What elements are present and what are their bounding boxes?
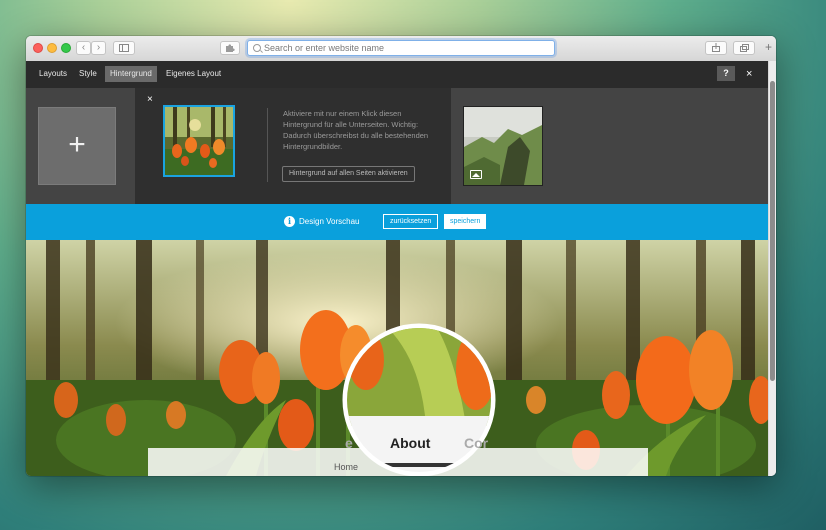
- reset-button[interactable]: zurücksetzen: [383, 214, 439, 229]
- close-editor-button[interactable]: ×: [746, 69, 752, 80]
- selected-background-panel: × Aktiviere mit nur einem Klick diesen H…: [135, 88, 451, 204]
- share-icon: [712, 43, 720, 52]
- close-selection-button[interactable]: ×: [147, 94, 153, 105]
- sidebar-icon: [119, 44, 129, 52]
- design-preview-bar: i Design Vorschau zurücksetzen speichern: [26, 204, 768, 240]
- address-placeholder: Search or enter website name: [264, 43, 385, 53]
- tab-layouts[interactable]: Layouts: [34, 66, 72, 82]
- tulip-thumbnail-image: [165, 107, 233, 175]
- background-description: Aktiviere mit nur einem Klick diesen Hin…: [283, 109, 429, 151]
- puzzle-icon: [226, 44, 235, 52]
- design-preview-label: Design Vorschau: [299, 217, 360, 226]
- add-background-button[interactable]: +: [38, 107, 116, 185]
- new-tab-button[interactable]: +: [761, 41, 776, 55]
- image-icon: [470, 170, 482, 179]
- divider: [267, 108, 268, 182]
- tab-style[interactable]: Style: [74, 66, 102, 82]
- nav-item-home[interactable]: Home: [334, 462, 358, 472]
- close-window-button[interactable]: [33, 43, 43, 53]
- activate-on-all-pages-button[interactable]: Hintergrund auf allen Seiten aktivieren: [282, 166, 415, 182]
- plus-icon: +: [764, 40, 772, 54]
- background-panel: + × Aktiviere mit nur einem Klick diesen…: [26, 88, 768, 204]
- editor-menu-bar: Layouts Style Hintergrund Eigenes Layout…: [26, 61, 768, 88]
- search-icon: [253, 44, 261, 52]
- selected-background-thumbnail[interactable]: [163, 105, 235, 177]
- chevron-right-icon: ›: [96, 42, 101, 53]
- nav-item-partial-left[interactable]: e: [345, 435, 353, 451]
- info-icon: i: [284, 216, 295, 227]
- save-button[interactable]: speichern: [444, 214, 487, 229]
- chevron-left-icon: ‹: [81, 42, 86, 53]
- tabs-icon: [739, 44, 749, 52]
- zoom-window-button[interactable]: [61, 43, 71, 53]
- browser-window: ‹ › Search or enter website name + Layou…: [26, 36, 776, 476]
- browser-toolbar: ‹ › Search or enter website name +: [26, 36, 776, 62]
- tab-hintergrund[interactable]: Hintergrund: [105, 66, 157, 82]
- background-option-thumbnail[interactable]: [463, 106, 543, 186]
- extension-button[interactable]: [220, 41, 240, 55]
- help-button[interactable]: ?: [717, 66, 735, 81]
- hero-background-image: e About Cor Home: [26, 240, 768, 476]
- tab-eigenes-layout[interactable]: Eigenes Layout: [161, 66, 226, 82]
- vertical-scrollbar[interactable]: [768, 61, 776, 476]
- scrollbar-thumb[interactable]: [770, 81, 775, 381]
- nav-item-about[interactable]: About: [390, 435, 430, 451]
- minimize-window-button[interactable]: [47, 43, 57, 53]
- share-button[interactable]: [705, 41, 727, 55]
- sidebar-button[interactable]: [113, 41, 135, 55]
- nav-item-partial-right[interactable]: Cor: [464, 435, 488, 451]
- forward-button[interactable]: ›: [91, 41, 106, 55]
- address-bar[interactable]: Search or enter website name: [247, 40, 555, 56]
- tabs-overview-button[interactable]: [733, 41, 755, 55]
- back-button[interactable]: ‹: [76, 41, 91, 55]
